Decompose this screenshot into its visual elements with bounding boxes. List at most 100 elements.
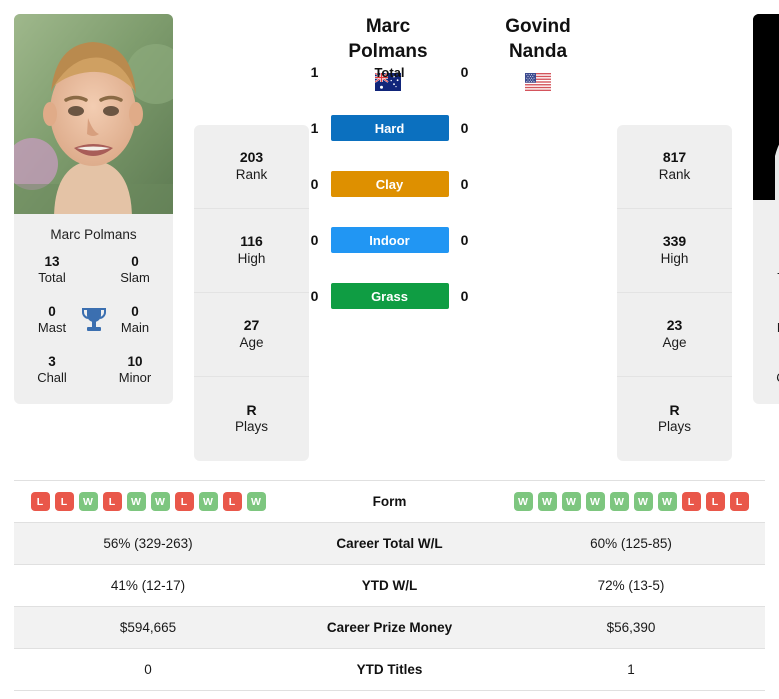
right-form-list: WWWWWWWLLL: [513, 492, 749, 511]
title-stat-mast: 0 Mast: [26, 304, 78, 336]
stat-label: Rank: [235, 166, 268, 182]
surface-badge-grass[interactable]: Grass: [330, 283, 449, 309]
comparison-stats-table: LLWLWWLWLW Form WWWWWWWLLL 56% (329-263)…: [14, 480, 765, 691]
h2h-label-total: Total: [374, 64, 405, 80]
title-stat-label: Chall: [37, 370, 67, 386]
stats-row-career-total-wl: 56% (329-263) Career Total W/L 60% (125-…: [14, 523, 765, 565]
stat-age: 27 Age: [194, 293, 309, 377]
form-badge-loss[interactable]: L: [30, 492, 50, 511]
form-badge-win[interactable]: W: [609, 492, 629, 511]
h2h-right-score: 0: [460, 232, 469, 248]
stat-rank: 203 Rank: [194, 125, 309, 209]
left-player-photo[interactable]: [14, 14, 173, 214]
title-stat-value: 0: [131, 253, 139, 269]
stat-value: R: [246, 401, 257, 418]
stats-row-label: YTD Titles: [356, 662, 423, 677]
stat-label: High: [660, 250, 689, 266]
left-value: 41% (12-17): [110, 578, 186, 593]
comparison-header: Marc Polmans 13 Total 0 Slam 0 Mast 0 Ma…: [0, 0, 779, 461]
h2h-left-score: 1: [310, 64, 319, 80]
title-stat-label: Total: [38, 269, 66, 285]
stat-label: Age: [239, 334, 264, 350]
right-player-name-block[interactable]: Govind Nanda: [463, 14, 613, 92]
head-to-head-section: Marc Polmans Govind Nanda 1 Total 0 1 Ha…: [309, 14, 617, 309]
form-badge-win[interactable]: W: [150, 492, 170, 511]
stat-value: R: [669, 401, 680, 418]
title-stat-total: 5 Total: [765, 254, 779, 286]
h2h-left-score: 0: [310, 232, 319, 248]
h2h-right-score: 0: [460, 288, 469, 304]
h2h-row-grass: 0 Grass 0: [305, 282, 475, 310]
title-stat-label: Main: [120, 320, 150, 336]
form-badge-loss[interactable]: L: [54, 492, 74, 511]
stats-row-label: Career Total W/L: [336, 536, 443, 551]
titles-row: 13 Total 0 Slam: [20, 254, 167, 286]
form-badge-win[interactable]: W: [513, 492, 533, 511]
title-stat-value: 5: [765, 254, 779, 270]
title-stat-label: Total: [765, 270, 779, 286]
form-badge-win[interactable]: W: [585, 492, 605, 511]
title-stat-label: Mast: [765, 320, 779, 336]
stats-row-label: YTD W/L: [361, 578, 418, 593]
titles-row: 3 Chall 10 Minor: [20, 354, 167, 386]
title-stat-slam: 0 Slam: [109, 254, 161, 286]
stat-plays: R Plays: [617, 377, 732, 461]
form-badge-win[interactable]: W: [246, 492, 266, 511]
left-titles-grid: 13 Total 0 Slam 0 Mast 0 Main 3 Chall 10…: [14, 254, 173, 405]
form-badge-loss[interactable]: L: [222, 492, 242, 511]
stat-value: 817: [662, 149, 687, 166]
form-badge-win[interactable]: W: [537, 492, 557, 511]
title-stat-value: 13: [44, 253, 60, 269]
surface-badge-hard[interactable]: Hard: [330, 115, 449, 141]
stat-value: 27: [243, 317, 260, 334]
player-comparison-page: Marc Polmans 13 Total 0 Slam 0 Mast 0 Ma…: [0, 0, 779, 699]
h2h-right-score: 0: [460, 120, 469, 136]
h2h-row-indoor: 0 Indoor 0: [305, 226, 475, 254]
h2h-row-clay: 0 Clay 0: [305, 170, 475, 198]
form-badge-loss[interactable]: L: [729, 492, 749, 511]
form-badge-win[interactable]: W: [633, 492, 653, 511]
right-value: 60% (125-85): [590, 536, 672, 551]
stats-row-form: LLWLWWLWLW Form WWWWWWWLLL: [14, 481, 765, 523]
stat-value: 203: [239, 149, 264, 166]
stats-row-ytd-wl: 41% (12-17) YTD W/L 72% (13-5): [14, 565, 765, 607]
right-value: $56,390: [606, 620, 656, 635]
titles-row: 5 Total 0 Slam: [759, 254, 779, 286]
stat-value: 116: [240, 233, 263, 250]
left-player-panel: Marc Polmans 13 Total 0 Slam 0 Mast 0 Ma…: [14, 14, 173, 405]
title-stat-value: 0: [48, 303, 56, 319]
left-value: $594,665: [119, 620, 177, 635]
form-badge-loss[interactable]: L: [174, 492, 194, 511]
right-player-last-name: Nanda: [508, 41, 568, 63]
left-form-cell: LLWLWWLWLW: [14, 492, 282, 511]
form-badge-win[interactable]: W: [78, 492, 98, 511]
titles-row: 0 Chall 5 Minor: [759, 354, 779, 386]
titles-row: 0 Mast 0 Main: [759, 303, 779, 337]
form-badge-loss[interactable]: L: [102, 492, 122, 511]
title-stat-value: 0: [131, 303, 139, 319]
form-badge-loss[interactable]: L: [705, 492, 725, 511]
title-stat-total: 13 Total: [26, 254, 78, 286]
h2h-right-score: 0: [460, 176, 469, 192]
h2h-left-score: 0: [310, 176, 319, 192]
h2h-left-score: 1: [310, 120, 319, 136]
stat-label: Age: [662, 334, 687, 350]
left-value: 0: [144, 662, 152, 677]
surface-badge-indoor[interactable]: Indoor: [330, 227, 449, 253]
form-badge-win[interactable]: W: [198, 492, 218, 511]
right-player-panel: Govind Nanda 5 Total 0 Slam 0 Mast: [753, 14, 779, 405]
form-badge-loss[interactable]: L: [681, 492, 701, 511]
title-stat-chall: 0 Chall: [765, 354, 779, 386]
left-player-stat-card: 203 Rank 116 High 27 Age R Plays: [194, 125, 309, 461]
form-badge-win[interactable]: W: [657, 492, 677, 511]
form-badge-win[interactable]: W: [126, 492, 146, 511]
stat-value: 23: [666, 317, 683, 334]
right-player-name-caption: Govind Nanda: [753, 214, 779, 254]
title-stat-value: 3: [48, 353, 56, 369]
stat-plays: R Plays: [194, 377, 309, 461]
stats-row-label: Career Prize Money: [326, 620, 453, 635]
surface-badge-clay[interactable]: Clay: [330, 171, 449, 197]
right-player-photo[interactable]: [753, 14, 779, 214]
form-badge-win[interactable]: W: [561, 492, 581, 511]
title-stat-value: 0: [765, 354, 779, 370]
